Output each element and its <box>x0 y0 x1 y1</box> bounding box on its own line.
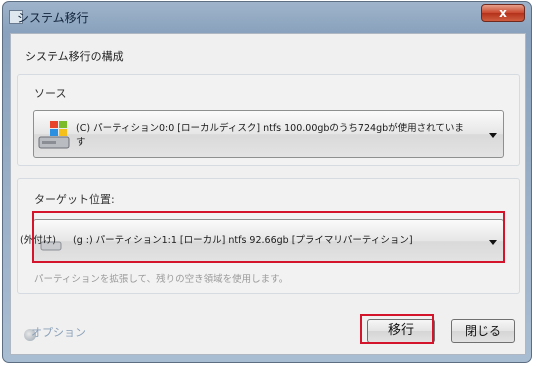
dialog-window: システム移行 x システム移行の構成 ソース (C) パーティション0:0 [ロ… <box>2 1 532 363</box>
windows-disk-icon <box>38 121 70 149</box>
title-bar[interactable]: システム移行 x <box>3 2 531 32</box>
source-title: ソース <box>34 87 67 100</box>
close-window-button[interactable]: x <box>481 4 525 22</box>
window-title: システム移行 <box>17 11 89 25</box>
source-group: ソース (C) パーティション0:0 [ローカルディスク] ntfs 100.0… <box>17 74 520 166</box>
target-title: ターゲット位置: <box>34 193 115 206</box>
target-hint: パーティションを拡張して、残りの空き領域を使用します。 <box>34 274 289 285</box>
source-value: (C) パーティション0:0 [ローカルディスク] ntfs 100.00gbの… <box>76 123 464 134</box>
options-link[interactable]: オプション <box>31 324 86 340</box>
close-icon: x <box>499 6 507 20</box>
dialog-heading: システム移行の構成 <box>25 50 124 63</box>
target-highlight <box>32 211 505 263</box>
close-button[interactable]: 閉じる <box>451 319 515 343</box>
migrate-highlight <box>360 314 434 344</box>
source-select[interactable]: (C) パーティション0:0 [ローカルディスク] ntfs 100.00gbの… <box>33 110 504 158</box>
source-value-wrap: す <box>76 137 86 148</box>
dialog-body: システム移行の構成 ソース (C) パーティション0:0 [ローカルディスク] … <box>10 33 526 355</box>
chevron-down-icon <box>489 133 497 138</box>
